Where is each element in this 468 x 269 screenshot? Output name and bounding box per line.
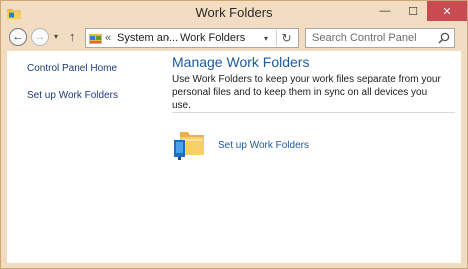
maximize-button[interactable]: ☐ (399, 1, 427, 21)
navigation-bar: ← → ▾ ↑ « System an... › Work Folders ▾ … (1, 25, 467, 51)
work-folders-icon[interactable] (173, 126, 209, 162)
recent-locations-dropdown-icon[interactable]: ▾ (54, 32, 58, 41)
breadcrumb-separator-icon[interactable]: › (166, 32, 170, 44)
address-dropdown-icon[interactable]: ▾ (259, 31, 273, 45)
page-description: Use Work Folders to keep your work files… (172, 74, 441, 111)
search-icon[interactable] (438, 32, 450, 44)
set-up-work-folders-link[interactable]: Set up Work Folders (218, 140, 309, 151)
back-button[interactable]: ← (9, 28, 27, 46)
content-area: Control Panel Home Set up Work Folders M… (7, 51, 461, 263)
window: Work Folders — ☐ ✕ ← → ▾ ↑ « System an..… (0, 0, 468, 269)
up-level-button[interactable]: ↑ (69, 29, 76, 44)
refresh-icon[interactable]: ↻ (276, 30, 296, 46)
forward-button[interactable]: → (31, 28, 49, 46)
search-box[interactable] (305, 28, 455, 48)
title-bar[interactable]: Work Folders — ☐ ✕ (1, 1, 467, 25)
breadcrumb-work-folders[interactable]: Work Folders (180, 32, 245, 44)
minimize-button[interactable]: — (371, 1, 399, 21)
page-title: Manage Work Folders (172, 54, 310, 70)
address-bar[interactable]: « System an... › Work Folders ▾ ↻ (85, 28, 299, 48)
address-overflow-chevrons[interactable]: « (105, 32, 111, 44)
search-input[interactable] (306, 29, 434, 47)
control-panel-icon (89, 34, 102, 44)
close-button[interactable]: ✕ (427, 1, 467, 21)
divider (172, 112, 455, 113)
sidebar-item-set-up-work-folders[interactable]: Set up Work Folders (27, 90, 118, 101)
sidebar-item-control-panel-home[interactable]: Control Panel Home (27, 63, 117, 74)
